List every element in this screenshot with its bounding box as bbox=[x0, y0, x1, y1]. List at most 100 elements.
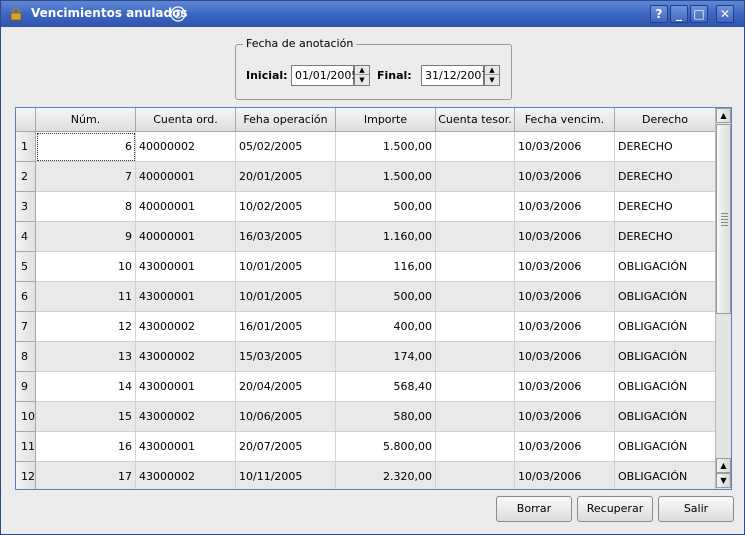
final-date-spinner[interactable]: ▲ ▼ bbox=[484, 65, 500, 86]
cell-vencim[interactable]: 10/03/2006 bbox=[515, 222, 615, 252]
cell-num[interactable]: 14 bbox=[36, 372, 136, 402]
cell-vencim[interactable]: 10/03/2006 bbox=[515, 432, 615, 462]
cell-fecha[interactable]: 16/03/2005 bbox=[236, 222, 336, 252]
cell-importe[interactable]: 1.500,00 bbox=[336, 162, 436, 192]
cell-cuenta[interactable]: 40000001 bbox=[136, 192, 236, 222]
cell-fecha[interactable]: 10/11/2005 bbox=[236, 462, 336, 489]
spin-down-icon[interactable]: ▼ bbox=[355, 76, 369, 85]
cell-importe[interactable]: 568,40 bbox=[336, 372, 436, 402]
cell-cuenta[interactable]: 43000002 bbox=[136, 462, 236, 489]
table-row[interactable]: 7 12 43000002 16/01/2005 400,00 10/03/20… bbox=[16, 312, 716, 342]
minimize-button[interactable]: _ bbox=[670, 5, 688, 23]
table-row[interactable]: 8 13 43000002 15/03/2005 174,00 10/03/20… bbox=[16, 342, 716, 372]
cell-vencim[interactable]: 10/03/2006 bbox=[515, 132, 615, 162]
cell-num[interactable]: 9 bbox=[36, 222, 136, 252]
cell-num[interactable]: 17 bbox=[36, 462, 136, 489]
row-header[interactable]: 6 bbox=[16, 282, 36, 312]
row-header[interactable]: 3 bbox=[16, 192, 36, 222]
title-bar[interactable]: Vencimientos anulados ? _ □ ✕ bbox=[1, 1, 744, 27]
cell-num[interactable]: 8 bbox=[36, 192, 136, 222]
column-header-cuenta-ord[interactable]: Cuenta ord. bbox=[136, 108, 236, 132]
cell-derecho[interactable]: OBLIGACIÓN bbox=[615, 432, 716, 462]
inicial-date-input[interactable]: 01/01/2005 bbox=[291, 65, 358, 86]
row-header[interactable]: 7 bbox=[16, 312, 36, 342]
cell-fecha[interactable]: 20/01/2005 bbox=[236, 162, 336, 192]
cell-derecho[interactable]: OBLIGACIÓN bbox=[615, 312, 716, 342]
cell-num[interactable]: 13 bbox=[36, 342, 136, 372]
cell-derecho[interactable]: DERECHO bbox=[615, 192, 716, 222]
table-row[interactable]: 2 7 40000001 20/01/2005 1.500,00 10/03/2… bbox=[16, 162, 716, 192]
column-header-importe[interactable]: Importe bbox=[336, 108, 436, 132]
inicial-date-spinner[interactable]: ▲ ▼ bbox=[354, 65, 370, 86]
cell-cuenta[interactable]: 43000002 bbox=[136, 342, 236, 372]
cell-fecha[interactable]: 20/04/2005 bbox=[236, 372, 336, 402]
table-row[interactable]: 3 8 40000001 10/02/2005 500,00 10/03/200… bbox=[16, 192, 716, 222]
cell-importe[interactable]: 174,00 bbox=[336, 342, 436, 372]
row-header[interactable]: 2 bbox=[16, 162, 36, 192]
cell-cuenta[interactable]: 43000001 bbox=[136, 282, 236, 312]
table-row[interactable]: 1 6 40000002 05/02/2005 1.500,00 10/03/2… bbox=[16, 132, 716, 162]
cell-derecho[interactable]: DERECHO bbox=[615, 132, 716, 162]
cell-tesor[interactable] bbox=[436, 222, 515, 252]
cell-derecho[interactable]: OBLIGACIÓN bbox=[615, 342, 716, 372]
table-row[interactable]: 5 10 43000001 10/01/2005 116,00 10/03/20… bbox=[16, 252, 716, 282]
cell-vencim[interactable]: 10/03/2006 bbox=[515, 252, 615, 282]
cell-vencim[interactable]: 10/03/2006 bbox=[515, 402, 615, 432]
recuperar-button[interactable]: Recuperar bbox=[577, 496, 653, 522]
cell-num[interactable]: 11 bbox=[36, 282, 136, 312]
cell-fecha[interactable]: 15/03/2005 bbox=[236, 342, 336, 372]
scroll-up-icon[interactable]: ▲ bbox=[716, 108, 731, 123]
cell-tesor[interactable] bbox=[436, 252, 515, 282]
cell-tesor[interactable] bbox=[436, 462, 515, 489]
spin-down-icon[interactable]: ▼ bbox=[485, 76, 499, 85]
cell-tesor[interactable] bbox=[436, 432, 515, 462]
column-header-fecha-operacion[interactable]: Feha operación bbox=[236, 108, 336, 132]
borrar-button[interactable]: Borrar bbox=[496, 496, 572, 522]
cell-importe[interactable]: 500,00 bbox=[336, 192, 436, 222]
cell-fecha[interactable]: 05/02/2005 bbox=[236, 132, 336, 162]
cell-fecha[interactable]: 10/02/2005 bbox=[236, 192, 336, 222]
cell-cuenta[interactable]: 43000001 bbox=[136, 372, 236, 402]
cell-vencim[interactable]: 10/03/2006 bbox=[515, 462, 615, 489]
cell-tesor[interactable] bbox=[436, 402, 515, 432]
column-header-fecha-vencim[interactable]: Fecha vencim. bbox=[515, 108, 615, 132]
cell-tesor[interactable] bbox=[436, 312, 515, 342]
spin-up-icon[interactable]: ▲ bbox=[355, 66, 369, 75]
table-row[interactable]: 6 11 43000001 10/01/2005 500,00 10/03/20… bbox=[16, 282, 716, 312]
scroll-up-icon[interactable]: ▲ bbox=[716, 458, 731, 473]
cell-importe[interactable]: 5.800,00 bbox=[336, 432, 436, 462]
final-date-input[interactable]: 31/12/2007 bbox=[421, 65, 488, 86]
cell-importe[interactable]: 400,00 bbox=[336, 312, 436, 342]
vertical-scrollbar[interactable]: ▲ ▲ ▼ bbox=[715, 108, 731, 489]
cell-fecha[interactable]: 20/07/2005 bbox=[236, 432, 336, 462]
cell-vencim[interactable]: 10/03/2006 bbox=[515, 162, 615, 192]
column-header-num[interactable]: Núm. bbox=[36, 108, 136, 132]
column-header-derecho[interactable]: Derecho bbox=[615, 108, 716, 132]
cell-derecho[interactable]: OBLIGACIÓN bbox=[615, 462, 716, 489]
cell-derecho[interactable]: OBLIGACIÓN bbox=[615, 282, 716, 312]
cell-tesor[interactable] bbox=[436, 342, 515, 372]
column-header-cuenta-tesor[interactable]: Cuenta tesor. bbox=[436, 108, 515, 132]
cell-num[interactable]: 16 bbox=[36, 432, 136, 462]
row-header[interactable]: 9 bbox=[16, 372, 36, 402]
table-row[interactable]: 9 14 43000001 20/04/2005 568,40 10/03/20… bbox=[16, 372, 716, 402]
row-header[interactable]: 4 bbox=[16, 222, 36, 252]
cell-fecha[interactable]: 10/01/2005 bbox=[236, 252, 336, 282]
maximize-button[interactable]: □ bbox=[690, 5, 708, 23]
spin-up-icon[interactable]: ▲ bbox=[485, 66, 499, 75]
table-row[interactable]: 11 16 43000001 20/07/2005 5.800,00 10/03… bbox=[16, 432, 716, 462]
table-row[interactable]: 10 15 43000002 10/06/2005 580,00 10/03/2… bbox=[16, 402, 716, 432]
cell-importe[interactable]: 500,00 bbox=[336, 282, 436, 312]
cell-importe[interactable]: 116,00 bbox=[336, 252, 436, 282]
cell-cuenta[interactable]: 43000002 bbox=[136, 312, 236, 342]
cell-cuenta[interactable]: 43000001 bbox=[136, 252, 236, 282]
table-row[interactable]: 4 9 40000001 16/03/2005 1.160,00 10/03/2… bbox=[16, 222, 716, 252]
cell-cuenta[interactable]: 43000001 bbox=[136, 432, 236, 462]
cell-cuenta[interactable]: 43000002 bbox=[136, 402, 236, 432]
cell-derecho[interactable]: DERECHO bbox=[615, 222, 716, 252]
cell-derecho[interactable]: OBLIGACIÓN bbox=[615, 402, 716, 432]
cell-tesor[interactable] bbox=[436, 132, 515, 162]
cell-fecha[interactable]: 10/01/2005 bbox=[236, 282, 336, 312]
corner-header[interactable] bbox=[16, 108, 36, 132]
row-header[interactable]: 8 bbox=[16, 342, 36, 372]
